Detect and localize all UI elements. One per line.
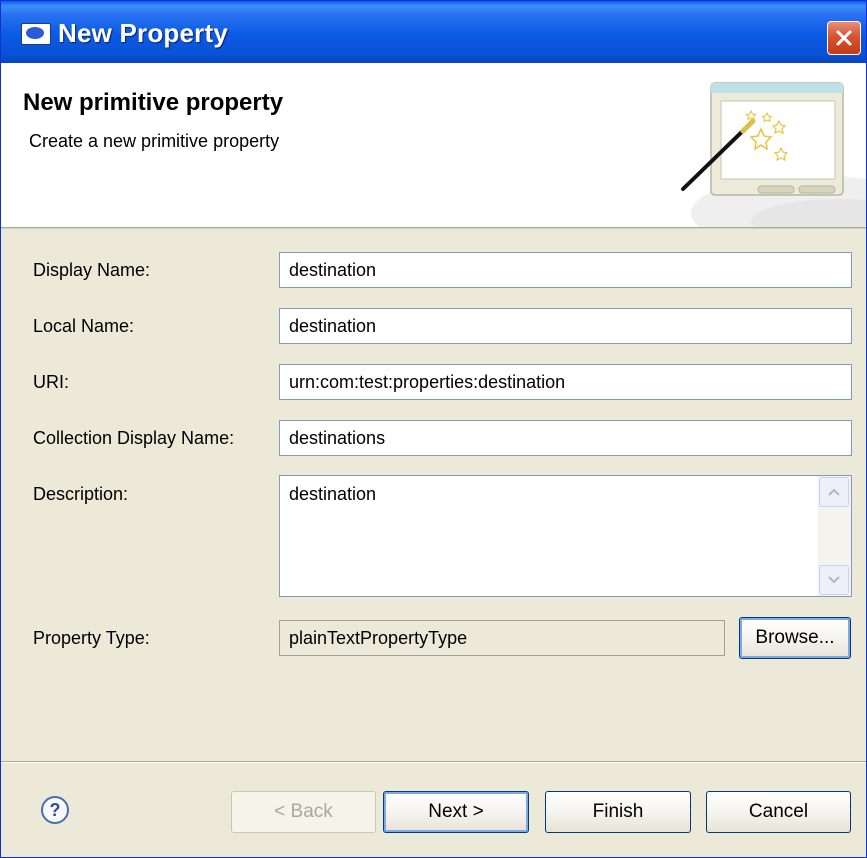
browse-button[interactable]: Browse... — [739, 617, 851, 659]
description-scrollbar[interactable] — [818, 476, 851, 596]
display-name-input[interactable] — [279, 252, 852, 288]
header-divider — [1, 227, 866, 229]
local-name-input[interactable] — [279, 308, 852, 344]
hp-logo-icon — [21, 23, 51, 45]
description-label: Description: — [33, 484, 129, 504]
wizard-header: New primitive property Create a new prim… — [1, 63, 866, 227]
collection-display-name-input[interactable] — [279, 420, 852, 456]
scroll-down-button[interactable] — [819, 565, 849, 595]
uri-input[interactable] — [279, 364, 852, 400]
finish-button[interactable]: Finish — [545, 791, 691, 833]
display-name-label: Display Name: — [33, 260, 151, 280]
cancel-button[interactable]: Cancel — [706, 791, 851, 833]
close-button[interactable] — [827, 21, 861, 55]
property-type-input — [279, 620, 725, 656]
close-icon — [836, 30, 852, 46]
footer-divider — [1, 761, 866, 763]
uri-label: URI: — [33, 372, 69, 392]
page-description: Create a new primitive property — [29, 131, 280, 151]
chevron-down-icon — [828, 576, 840, 584]
new-property-dialog: New Property New primitive property Crea… — [0, 0, 867, 858]
next-button[interactable]: Next > — [383, 791, 529, 833]
chevron-up-icon — [828, 488, 840, 496]
back-button[interactable]: < Back — [231, 791, 376, 833]
description-field: destination — [279, 475, 852, 597]
help-icon[interactable]: ? — [41, 796, 69, 824]
description-textarea[interactable]: destination — [280, 476, 818, 596]
scroll-up-button[interactable] — [819, 477, 849, 507]
magic-wand-icon — [681, 82, 866, 227]
collection-display-name-label: Collection Display Name: — [33, 428, 235, 448]
property-type-label: Property Type: — [33, 628, 150, 648]
window-title: New Property — [58, 18, 229, 48]
title-bar[interactable]: New Property — [1, 1, 866, 63]
local-name-label: Local Name: — [33, 316, 135, 336]
page-title: New primitive property — [23, 89, 284, 116]
